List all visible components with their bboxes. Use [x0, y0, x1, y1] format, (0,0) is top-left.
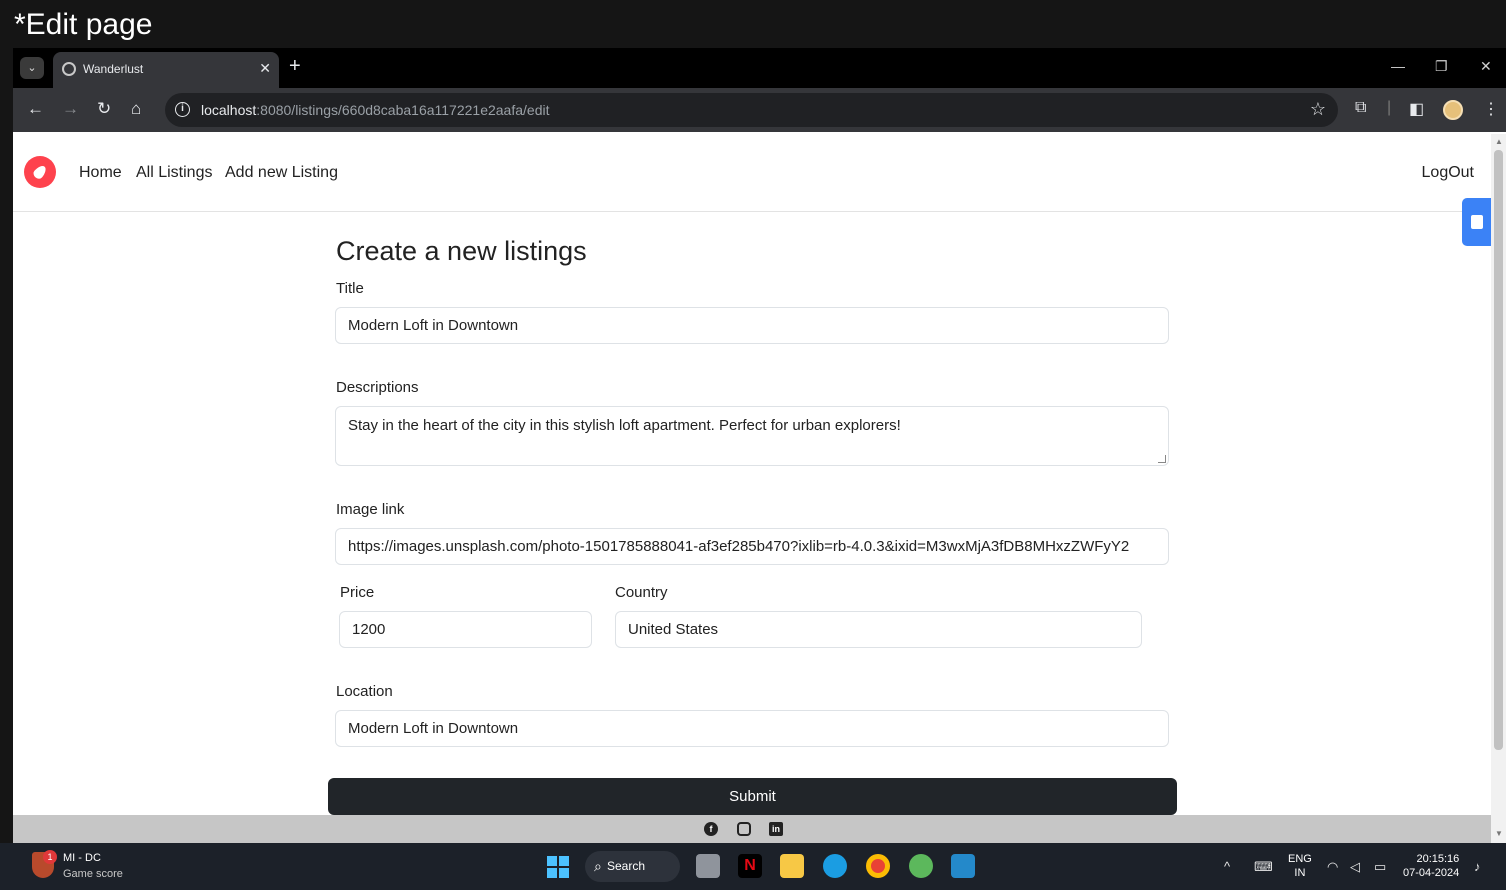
toolbar-divider: | [1387, 99, 1392, 116]
scrollbar-thumb[interactable] [1494, 150, 1503, 750]
battery-icon[interactable]: ▭ [1374, 859, 1386, 875]
taskbar-search[interactable]: Search [585, 851, 680, 882]
back-icon[interactable]: ← [27, 99, 44, 119]
description-text: Stay in the heart of the city in this st… [348, 417, 901, 434]
url-text[interactable]: localhost:8080/listings/660d8caba16a1172… [201, 102, 549, 118]
windows-start-icon[interactable] [547, 856, 569, 878]
notification-bell-icon[interactable]: ♪ [1474, 859, 1481, 874]
side-panel-icon[interactable]: ◧ [1409, 99, 1424, 119]
tab-title: Wanderlust [83, 62, 144, 76]
image-link-input[interactable]: https://images.unsplash.com/photo-150178… [335, 528, 1169, 565]
title-input[interactable]: Modern Loft in Downtown [335, 307, 1169, 344]
lang-code: ENG [1288, 853, 1312, 865]
chrome-icon[interactable] [866, 854, 890, 878]
site-navbar: Home All Listings Add new Listing LogOut [13, 134, 1491, 212]
country-input[interactable]: United States [615, 611, 1142, 648]
keyboard-icon[interactable]: ⌨ [1254, 859, 1273, 875]
forward-icon[interactable]: → [62, 99, 79, 119]
extension-side-tab[interactable] [1462, 198, 1492, 246]
address-bar[interactable]: i localhost:8080/listings/660d8caba16a11… [165, 93, 1338, 127]
nav-add-listing-link[interactable]: Add new Listing [225, 164, 338, 182]
game-badge: 1 [43, 850, 57, 864]
wifi-icon[interactable]: ◠ [1327, 859, 1338, 875]
scroll-down-icon[interactable]: ▼ [1495, 829, 1503, 838]
home-icon[interactable]: ⌂ [131, 99, 141, 119]
description-label: Descriptions [336, 379, 419, 396]
image-label: Image link [336, 501, 405, 518]
page-viewport: Home All Listings Add new Listing LogOut… [13, 134, 1506, 843]
tab-strip: ⌄ Wanderlust ✕ + — ❐ ✕ [13, 48, 1506, 88]
form-heading: Create a new listings [336, 236, 587, 266]
system-clock[interactable]: 20:15:16 07-04-2024 [1403, 852, 1459, 880]
nav-all-listings-link[interactable]: All Listings [136, 164, 212, 182]
netflix-icon[interactable]: N [738, 854, 762, 878]
language-indicator[interactable]: ENG IN [1288, 852, 1312, 880]
restore-icon[interactable]: ❐ [1435, 58, 1448, 75]
nav-home-link[interactable]: Home [79, 164, 122, 182]
resize-handle[interactable] [1158, 455, 1166, 463]
scroll-up-icon[interactable]: ▲ [1495, 137, 1503, 146]
reload-icon[interactable]: ↻ [97, 99, 111, 119]
submit-button[interactable]: Submit [328, 778, 1177, 815]
tray-chevron-icon[interactable]: ^ [1224, 859, 1230, 874]
title-label: Title [336, 280, 364, 297]
volume-icon[interactable]: ◁ [1350, 859, 1360, 875]
bookmark-star-icon[interactable]: ☆ [1310, 99, 1326, 120]
tab-close-icon[interactable]: ✕ [259, 60, 271, 77]
utorrent-icon[interactable] [909, 854, 933, 878]
clock-date: 07-04-2024 [1403, 867, 1460, 879]
site-footer: f in [13, 815, 1491, 843]
linkedin-icon[interactable]: in [769, 822, 783, 836]
windows-taskbar: 1 MI - DC Game score Search N ^ ⌨ ENG IN… [0, 843, 1506, 890]
file-explorer-icon[interactable] [780, 854, 804, 878]
game-subtitle: Game score [63, 868, 123, 880]
edge-icon[interactable] [823, 854, 847, 878]
browser-toolbar: ← → ↻ ⌂ i localhost:8080/listings/660d8c… [13, 88, 1506, 132]
country-label: Country [615, 584, 668, 601]
menu-dots-icon[interactable]: ⋮ [1483, 99, 1499, 119]
site-info-icon[interactable]: i [175, 102, 190, 117]
extensions-icon[interactable]: ⧉ [1355, 99, 1366, 117]
vscode-icon[interactable] [951, 854, 975, 878]
window-close-icon[interactable]: ✕ [1480, 58, 1492, 75]
browser-window: ⌄ Wanderlust ✕ + — ❐ ✕ ← → ↻ ⌂ i localho… [13, 48, 1506, 843]
tab-search-button[interactable]: ⌄ [20, 57, 44, 79]
instagram-icon[interactable] [737, 822, 751, 836]
location-label: Location [336, 683, 393, 700]
clock-time: 20:15:16 [1416, 853, 1460, 865]
location-input[interactable]: Modern Loft in Downtown [335, 710, 1169, 747]
logout-link[interactable]: LogOut [1422, 164, 1474, 182]
facebook-icon[interactable]: f [704, 822, 718, 836]
game-title[interactable]: MI - DC [63, 852, 101, 864]
description-textarea[interactable]: Stay in the heart of the city in this st… [335, 406, 1169, 466]
page-scrollbar[interactable]: ▲ ▼ [1491, 134, 1506, 843]
minimize-icon[interactable]: — [1391, 58, 1405, 74]
task-view-icon[interactable] [696, 854, 720, 878]
lang-region: IN [1294, 867, 1306, 879]
page-caption: *Edit page [14, 8, 153, 41]
new-tab-button[interactable]: + [289, 56, 301, 76]
globe-icon [62, 62, 76, 76]
price-input[interactable]: 1200 [339, 611, 592, 648]
browser-tab[interactable]: Wanderlust ✕ [53, 52, 279, 88]
price-label: Price [340, 584, 375, 601]
profile-avatar[interactable] [1443, 100, 1463, 120]
compass-logo-icon[interactable] [24, 156, 56, 188]
